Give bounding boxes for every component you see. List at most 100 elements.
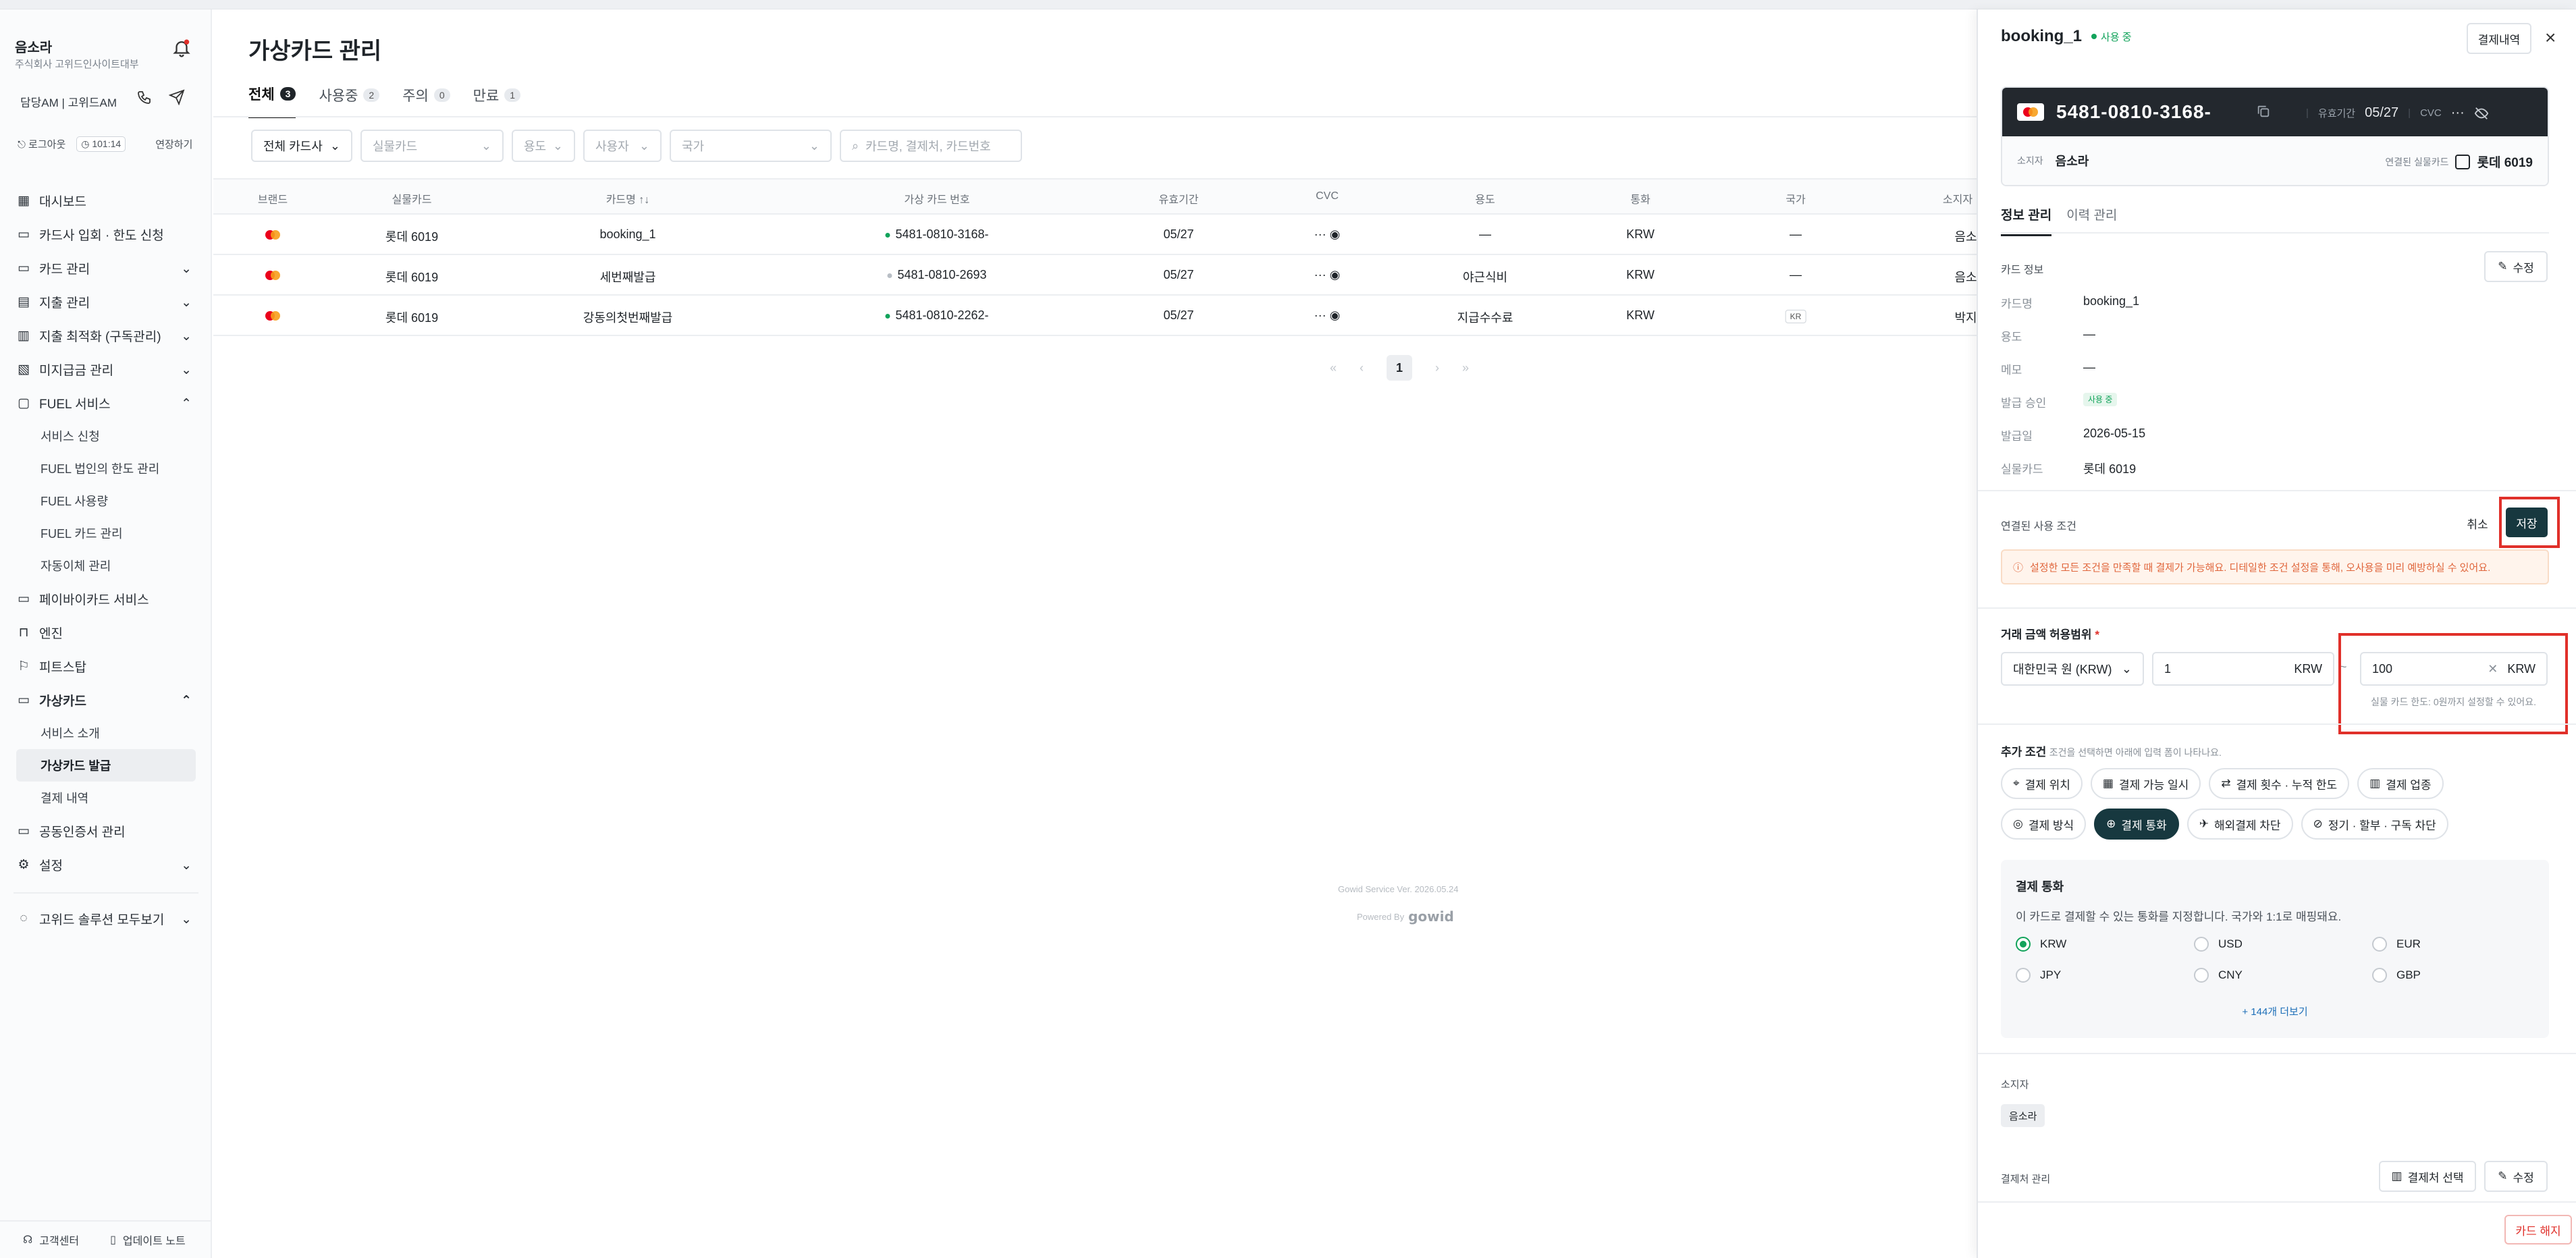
radio-eur[interactable]: EUR xyxy=(2372,937,2421,952)
show-more-link[interactable]: + 144개 더보기 xyxy=(2001,1004,2549,1018)
status-tabs: 전체 3 사용중 2 주의 0 만료 1 xyxy=(248,84,521,118)
radio-usd[interactable]: USD xyxy=(2194,937,2243,952)
sidebar-item-cert[interactable]: ▭ 공동인증서 관리 xyxy=(0,814,212,848)
table-row[interactable]: 롯데 6019 강동의첫번째발급 5481-0810-2262- 05/27 ·… xyxy=(213,296,1978,336)
send-icon[interactable] xyxy=(169,89,185,105)
cell-currency: KRW xyxy=(1626,268,1655,281)
support-link[interactable]: ☊ 고객센터 xyxy=(23,1232,79,1248)
sidebar-item-paybycard[interactable]: ▭ 페이바이카드 서비스 xyxy=(0,582,212,616)
select-merchant-button[interactable]: ▥ 결제처 선택 xyxy=(2379,1161,2476,1192)
first-page-icon[interactable]: « xyxy=(1330,361,1337,375)
col-purpose: 용도 xyxy=(1475,194,1495,206)
tab-in-use[interactable]: 사용중 2 xyxy=(319,84,380,118)
chevron-up-icon: ⌃ xyxy=(181,397,192,411)
divider xyxy=(1978,490,2576,491)
sidebar-sub-fuel-card[interactable]: FUEL 카드 관리 xyxy=(0,517,212,549)
chip-method[interactable]: ◎ 결제 방식 xyxy=(2001,809,2087,840)
update-notes-link[interactable]: ▯ 업데이트 노트 xyxy=(110,1232,186,1248)
chip-location[interactable]: ⌖ 결제 위치 xyxy=(2001,768,2083,799)
eye-icon[interactable]: ◉ xyxy=(1330,227,1341,241)
chevron-down-icon: ⌄ xyxy=(2121,661,2132,676)
close-icon[interactable]: × xyxy=(2545,27,2556,49)
extend-session-button[interactable]: 연장하기 xyxy=(155,137,192,151)
table-row[interactable]: 롯데 6019 booking_1 5481-0810-3168- 05/27 … xyxy=(213,215,1978,255)
phone-icon[interactable] xyxy=(136,89,153,105)
radio-gbp[interactable]: GBP xyxy=(2372,968,2421,983)
table-row[interactable]: 롯데 6019 세번째발급 5481-0810-2693 05/27 ··· ◉… xyxy=(213,255,1978,296)
tab-expired[interactable]: 만료 1 xyxy=(473,84,521,118)
prev-page-icon[interactable]: ‹ xyxy=(1360,361,1364,375)
exp-label: 유효기간 xyxy=(2317,108,2356,119)
approval-badge: 사용 중 xyxy=(2083,393,2118,406)
card-icon: ▭ xyxy=(18,227,30,242)
sidebar-sub-autopay[interactable]: 자동이체 관리 xyxy=(0,549,212,582)
sidebar-item-card-apply[interactable]: ▭ 카드사 입회 · 한도 신청 xyxy=(0,217,212,251)
chip-datetime[interactable]: ▦ 결제 가능 일시 xyxy=(2090,768,2201,799)
sidebar-sub-fuel-usage[interactable]: FUEL 사용량 xyxy=(0,485,212,517)
owner-label: 소지자 xyxy=(2001,1079,2029,1091)
logout-button[interactable]: ⎋ 로그아웃 xyxy=(18,137,65,151)
currency-select[interactable]: 대한민국 원 (KRW) ⌄ xyxy=(2001,652,2144,686)
chip-count-limit[interactable]: ⇄ 결제 횟수 · 누적 한도 xyxy=(2209,768,2350,799)
sidebar-item-pitstop[interactable]: ⚐ 피트스탑 xyxy=(0,649,212,683)
sidebar-item-solutions[interactable]: ◌ 고위드 솔루션 모두보기 ⌄ xyxy=(0,902,212,935)
user-select[interactable]: 사용자 ⌄ xyxy=(583,130,662,162)
last-page-icon[interactable]: » xyxy=(1462,361,1469,375)
radio-cny[interactable]: CNY xyxy=(2194,968,2243,983)
search-input[interactable]: ⌕ 카드명, 결제처, 카드번호 xyxy=(840,130,1022,162)
am-info: 담당AM | 고위드AM xyxy=(20,97,117,109)
sidebar-item-card-manage[interactable]: ▭ 카드 관리 ⌄ xyxy=(0,251,212,285)
issuer-select[interactable]: 전체 카드사 ⌄ xyxy=(251,130,352,162)
lotte-card-icon xyxy=(2455,154,2471,169)
copy-icon[interactable] xyxy=(2256,104,2271,119)
sidebar-item-payables[interactable]: ▧ 미지급금 관리 ⌄ xyxy=(0,352,212,386)
tab-all[interactable]: 전체 3 xyxy=(248,84,296,118)
sidebar-item-dashboard[interactable]: ▦ 대시보드 xyxy=(0,184,212,217)
card-panel: 5481-0810-3168- | 유효기간 05/27 | CVC ··· 소… xyxy=(2001,86,2549,186)
sidebar-sub-virtual-issue[interactable]: 가상카드 발급 xyxy=(16,749,196,782)
condition-chips: ⌖ 결제 위치 ▦ 결제 가능 일시 ⇄ 결제 횟수 · 누적 한도 ▥ 결제 업종 xyxy=(2001,768,2444,799)
min-amount-input[interactable]: 1 KRW xyxy=(2152,652,2334,686)
cancel-card-button[interactable]: 카드 해지 xyxy=(2504,1215,2572,1245)
chevron-down-icon: ⌄ xyxy=(639,138,649,153)
sidebar-item-virtual-card[interactable]: ▭ 가상카드 ⌃ xyxy=(0,683,212,717)
chevron-up-icon: ⌃ xyxy=(181,694,192,708)
sidebar-item-settings[interactable]: ⚙ 설정 ⌄ xyxy=(0,848,212,881)
sidebar-item-optimize[interactable]: ▥ 지출 최적화 (구독관리) ⌄ xyxy=(0,319,212,352)
edit-info-button[interactable]: ✎ 수정 xyxy=(2484,251,2548,282)
eye-icon[interactable]: ◉ xyxy=(1330,308,1341,322)
edit-merchant-button[interactable]: ✎ 수정 xyxy=(2484,1161,2548,1192)
info-value: 사용 중 xyxy=(2083,391,2118,406)
tab-warning[interactable]: 주의 0 xyxy=(402,84,450,118)
cancel-button[interactable]: 취소 xyxy=(2459,508,2496,539)
mastercard-icon xyxy=(265,230,280,240)
radio-jpy[interactable]: JPY xyxy=(2016,968,2061,983)
sidebar-item-engine[interactable]: ⊓ 엔진 xyxy=(0,616,212,649)
chip-subscription-block[interactable]: ⊘ 정기 · 할부 · 구독 차단 xyxy=(2301,809,2448,840)
sidebar-item-expense[interactable]: ▤ 지출 관리 ⌄ xyxy=(0,285,212,319)
country-select[interactable]: 국가 ⌄ xyxy=(670,130,832,162)
page-button[interactable]: 1 xyxy=(1387,355,1413,381)
radio-krw[interactable]: KRW xyxy=(2016,937,2066,952)
search-icon: ⌕ xyxy=(852,138,859,153)
chevron-down-icon: ⌄ xyxy=(181,329,192,344)
sidebar-sub-fuel-limit[interactable]: FUEL 법인의 한도 관리 xyxy=(0,452,212,485)
chip-overseas-block[interactable]: ✈ 해외결제 차단 xyxy=(2186,809,2293,840)
chip-category[interactable]: ▥ 결제 업종 xyxy=(2357,768,2444,799)
bell-icon[interactable] xyxy=(171,38,192,58)
sidebar-sub-virtual-intro[interactable]: 서비스 소개 xyxy=(0,717,212,749)
sidebar-item-fuel[interactable]: ▢ FUEL 서비스 ⌃ xyxy=(0,386,212,420)
col-card-name[interactable]: 카드명 ↑↓ xyxy=(606,190,650,207)
real-card-select[interactable]: 실물카드 ⌄ xyxy=(360,130,504,162)
drawer-tab-divider xyxy=(2001,232,2549,234)
payment-history-button[interactable]: 결제내역 xyxy=(2467,23,2531,54)
cell-country: — xyxy=(1790,227,1802,241)
purpose-select[interactable]: 용도 ⌄ xyxy=(512,130,575,162)
sidebar-sub-fuel-apply[interactable]: 서비스 신청 xyxy=(0,420,212,452)
eye-icon[interactable]: ◉ xyxy=(1330,268,1341,281)
sidebar-sub-virtual-history[interactable]: 결제 내역 xyxy=(0,782,212,814)
next-page-icon[interactable]: › xyxy=(1435,361,1439,375)
chip-currency[interactable]: ⊕ 결제 통화 xyxy=(2094,809,2179,840)
cell-country: — xyxy=(1790,268,1802,281)
eye-off-icon[interactable] xyxy=(2474,106,2489,121)
